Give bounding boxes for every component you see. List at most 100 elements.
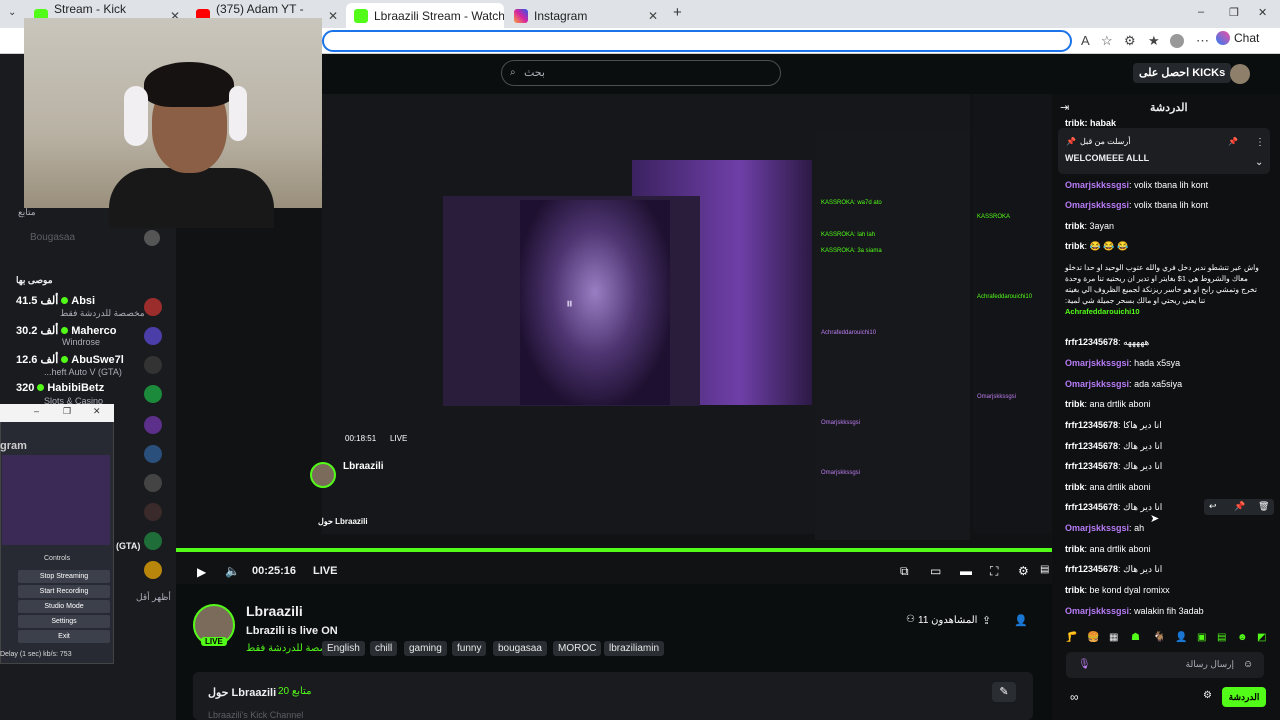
chat-message[interactable]: frfr12345678: انا دير هاك [1065, 441, 1162, 452]
tag-funny[interactable]: funny [452, 641, 487, 656]
chat-message[interactable]: frfr12345678: انا دير هاك [1065, 564, 1162, 575]
minimize-button[interactable]: – [34, 406, 39, 416]
chat-username[interactable]: Achrafeddarouichi10 [1065, 307, 1140, 316]
emoji-icon[interactable]: ☺ [1243, 659, 1253, 670]
chat-username[interactable]: tribk [1065, 585, 1085, 595]
show-less-link[interactable]: أظهر أقل [136, 592, 171, 603]
chat-message[interactable]: Omarjskkssgsi: walakin fih 3adab [1065, 606, 1204, 616]
get-kicks-button[interactable]: احصل على KICKs [1133, 63, 1232, 83]
unpin-icon[interactable]: 📌 [1228, 137, 1238, 146]
chat-message[interactable]: frfr12345678: انا دير هاك [1065, 461, 1162, 472]
emote-icon[interactable]: 🦵 [1065, 632, 1077, 643]
tag-english[interactable]: English [322, 641, 365, 656]
chat-message[interactable]: frfr12345678: انا دير هاكا [1065, 420, 1162, 431]
avatar[interactable] [144, 561, 162, 579]
chat-toggle-icon[interactable]: ▤ [1040, 564, 1049, 575]
chat-message[interactable]: frfr12345678: هههههه [1065, 337, 1149, 348]
exit-button[interactable]: Exit [18, 630, 110, 643]
settings-button[interactable]: Settings [18, 615, 110, 628]
settings-gear-icon[interactable]: ⚙ [1018, 564, 1029, 578]
favorites-icon[interactable]: ★ [1148, 33, 1160, 49]
close-window-button[interactable]: ✕ [93, 406, 101, 417]
emote-icon[interactable]: ☻ [1237, 632, 1248, 643]
edit-about-button[interactable]: ✎ [992, 682, 1016, 702]
chat-message[interactable]: Omarjskkssgsi: ah [1065, 523, 1144, 533]
copilot-chat-button[interactable]: Chat [1216, 31, 1259, 45]
chat-input[interactable]: إرسال رسالة [1066, 652, 1264, 678]
avatar[interactable] [144, 416, 162, 434]
stop-streaming-button[interactable]: Stop Streaming [18, 570, 110, 583]
volume-icon[interactable]: 🔈 [225, 564, 240, 578]
extensions-icon[interactable]: ⚙ [1124, 33, 1136, 49]
menu-dots-icon[interactable]: ⋯ [1196, 33, 1209, 49]
tab-instagram[interactable]: Instagram ✕ [506, 3, 666, 28]
chat-username[interactable]: frfr12345678 [1065, 502, 1118, 512]
theater-mode-icon[interactable]: ▬ [960, 564, 972, 578]
mic-icon[interactable]: 🎙 [1078, 659, 1091, 670]
chat-username[interactable]: Omarjskkssgsi [1065, 180, 1129, 190]
close-tab-icon[interactable]: ✕ [328, 9, 338, 23]
chat-message[interactable]: tribk: 3ayan [1065, 221, 1114, 231]
avatar[interactable] [144, 445, 162, 463]
chat-username[interactable]: frfr12345678 [1065, 441, 1118, 451]
chat-username[interactable]: Omarjskkssgsi [1065, 606, 1129, 616]
emote-icon[interactable]: ▤ [1217, 632, 1226, 643]
emote-icon[interactable]: ☗ [1131, 632, 1140, 643]
chat-message[interactable]: واش عير تتشطو ندير دخل فري والله عتوب ال… [1065, 262, 1265, 317]
more-options-icon[interactable]: ⋮ [1255, 137, 1265, 148]
chat-username[interactable]: tribk [1065, 241, 1085, 251]
video-progress-bar[interactable] [176, 548, 1052, 552]
pin-icon[interactable]: 📌 [1234, 501, 1245, 512]
following-item[interactable]: Bougasaa [30, 232, 75, 243]
start-recording-button[interactable]: Start Recording [18, 585, 110, 598]
play-icon[interactable]: ▶ [197, 565, 206, 579]
infinity-icon[interactable]: ∞ [1070, 690, 1079, 704]
avatar[interactable] [144, 503, 162, 521]
tab-list-icon[interactable]: ⌄ [8, 7, 16, 18]
channel-name[interactable]: Lbraazili [246, 603, 303, 619]
chat-message[interactable]: tribk: ana drtlik aboni [1065, 399, 1151, 409]
picture-in-picture-icon[interactable]: ⧉ [900, 564, 909, 579]
search-input[interactable]: ⌕ بحث [501, 60, 781, 86]
chat-message[interactable]: Omarjskkssgsi: ada xa5siya [1065, 379, 1182, 389]
share-icon[interactable]: ⇪ [982, 614, 991, 627]
chat-username[interactable]: tribk [1065, 482, 1085, 492]
avatar[interactable] [144, 532, 162, 550]
chat-username[interactable]: tribk [1065, 221, 1085, 231]
close-window-button[interactable]: ✕ [1258, 6, 1267, 19]
pinned-message[interactable] [1058, 128, 1270, 174]
read-aloud-icon[interactable]: A [1081, 33, 1090, 48]
new-tab-button[interactable]: + [673, 4, 682, 21]
chat-message[interactable]: tribk: be kond dyal romixx [1065, 585, 1170, 595]
url-input[interactable] [322, 30, 1072, 52]
profile-icon[interactable] [1170, 34, 1184, 48]
follow-icon[interactable]: 👤 [1014, 614, 1028, 627]
tag-moroc[interactable]: MOROC [553, 641, 602, 656]
collapse-chat-icon[interactable]: ⇥ [1060, 101, 1069, 114]
clip-icon[interactable]: ▭ [930, 564, 941, 578]
reply-icon[interactable]: ↩ [1209, 501, 1217, 512]
tag-bougasaa[interactable]: bougasaa [493, 641, 547, 656]
send-chat-button[interactable]: الدردشة [1222, 687, 1266, 707]
chat-message[interactable]: tribk: ana drtlik aboni [1065, 482, 1151, 492]
tag-chill[interactable]: chill [370, 641, 398, 656]
user-avatar[interactable] [1230, 64, 1250, 84]
studio-mode-button[interactable]: Studio Mode [18, 600, 110, 613]
restore-button[interactable]: ❐ [63, 406, 71, 417]
avatar[interactable] [144, 474, 162, 492]
restore-button[interactable]: ❐ [1229, 6, 1239, 19]
chat-username[interactable]: frfr12345678 [1065, 337, 1118, 347]
close-tab-icon[interactable]: ✕ [648, 9, 658, 23]
chat-message[interactable]: Omarjskkssgsi: hada x5sya [1065, 358, 1180, 368]
chat-settings-icon[interactable]: ⚙ [1203, 690, 1212, 701]
chat-username[interactable]: Omarjskkssgsi [1065, 358, 1129, 368]
tag-lbraziliamin[interactable]: lbraziliamin [604, 641, 665, 656]
tab-kick-stream[interactable]: Lbraazili Stream - Watch Live on K [346, 3, 504, 28]
chat-message[interactable]: Omarjskkssgsi: volix tbana lih kont [1065, 180, 1208, 190]
chat-username[interactable]: tribk [1065, 544, 1085, 554]
emote-icon[interactable]: 👤 [1175, 632, 1187, 643]
chat-message[interactable]: frfr12345678: انا دير هاك [1065, 502, 1162, 513]
delete-icon[interactable]: 🗑 [1258, 501, 1269, 512]
emote-icon[interactable]: 🍔 [1087, 632, 1099, 643]
chat-username[interactable]: Omarjskkssgsi [1065, 379, 1129, 389]
